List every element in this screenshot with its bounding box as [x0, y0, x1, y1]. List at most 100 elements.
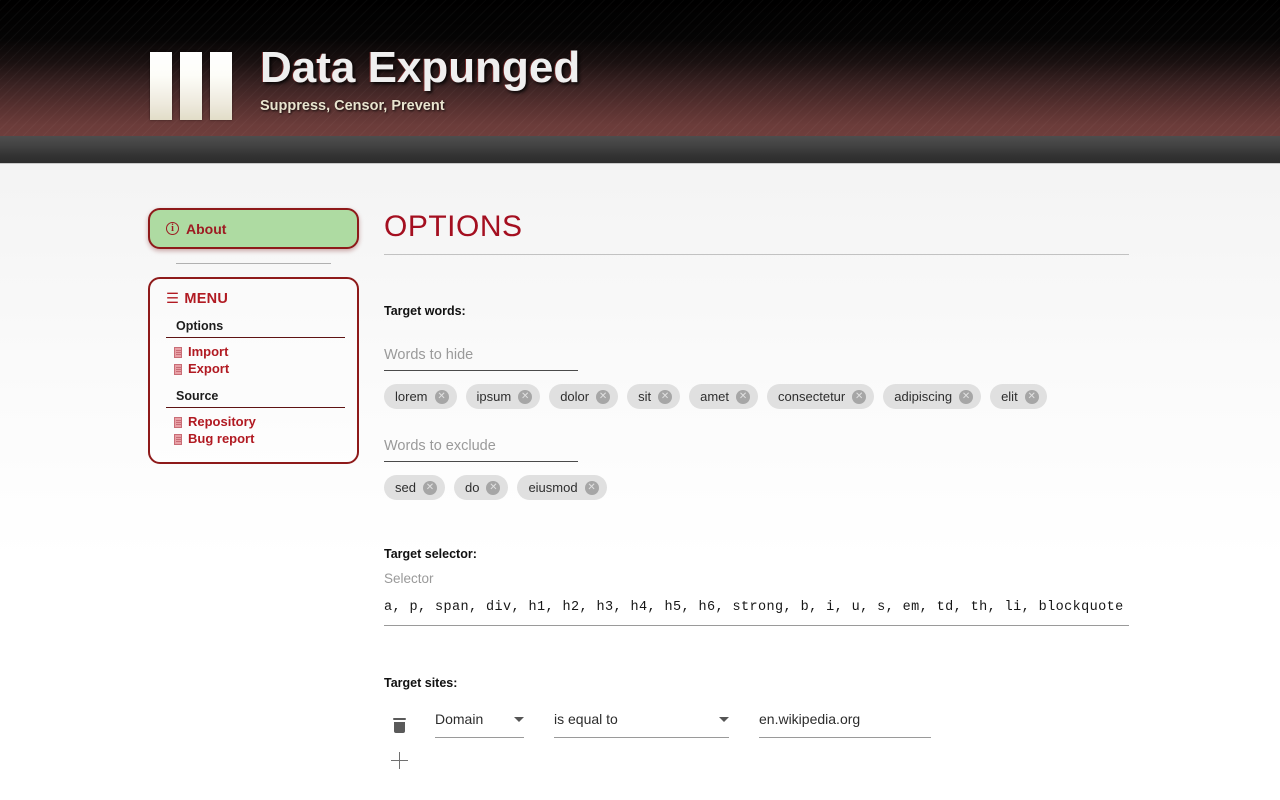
- menu-heading: ☰ MENU: [150, 291, 357, 307]
- site-header: Data Expunged Suppress, Censor, Prevent: [0, 0, 1280, 136]
- input-underline: [384, 625, 1129, 626]
- close-circle-icon[interactable]: ✕: [434, 389, 449, 404]
- close-circle-icon[interactable]: ✕: [736, 389, 751, 404]
- words-to-hide-placeholder: Words to hide: [384, 347, 474, 363]
- chip[interactable]: dolor ✕: [549, 384, 619, 409]
- target-sites-label: Target sites:: [384, 676, 458, 690]
- close-circle-icon[interactable]: ✕: [1024, 389, 1039, 404]
- menu-item-label: Bug report: [188, 431, 255, 446]
- words-to-exclude-chip-list: sed ✕ do ✕ eiusmod ✕: [384, 475, 1129, 500]
- close-circle-icon[interactable]: ✕: [486, 480, 501, 495]
- menu-item-bug-report[interactable]: Bug report: [174, 431, 343, 447]
- chip-label: consectetur: [778, 389, 846, 404]
- menu-item-label: Export: [188, 361, 230, 376]
- target-site-row: Domain is equal to en.wikipedia.org: [384, 710, 1129, 738]
- site-title: Data Expunged: [260, 43, 581, 92]
- chip[interactable]: eiusmod ✕: [517, 475, 607, 500]
- chip-label: ipsum: [476, 389, 512, 404]
- chevron-down-icon: [514, 717, 524, 722]
- menu-links-source: Repository Bug report: [150, 408, 357, 447]
- target-words-label: Target words:: [384, 304, 466, 318]
- menu-spacer: [150, 378, 357, 389]
- chip-label: do: [464, 480, 480, 495]
- menu-item-import[interactable]: Import: [174, 344, 343, 360]
- chip[interactable]: amet ✕: [689, 384, 759, 409]
- close-circle-icon[interactable]: ✕: [658, 389, 673, 404]
- chip[interactable]: elit ✕: [990, 384, 1047, 409]
- chip-label: dolor: [560, 389, 590, 404]
- target-selector-input[interactable]: a, p, span, div, h1, h2, h3, h4, h5, h6,…: [384, 599, 1129, 617]
- chip-label: adipiscing: [894, 389, 953, 404]
- chip[interactable]: ipsum ✕: [465, 384, 541, 409]
- target-selector-placeholder: Selector: [384, 571, 434, 586]
- chip-label: amet: [700, 389, 730, 404]
- three-bars-logo-icon: [150, 52, 232, 120]
- close-circle-icon[interactable]: ✕: [422, 480, 437, 495]
- input-underline: [759, 737, 931, 738]
- menu-heading-label: MENU: [184, 291, 229, 307]
- menu-links-options: Import Export: [150, 338, 357, 377]
- site-field-select-value: Domain: [435, 711, 484, 727]
- document-icon: [174, 346, 182, 358]
- logo-bar-2: [180, 52, 202, 120]
- document-icon: [174, 416, 182, 428]
- menu-item-repository[interactable]: Repository: [174, 414, 343, 430]
- top-navbar: [0, 136, 1280, 164]
- about-button-label: About: [186, 220, 227, 237]
- close-circle-icon[interactable]: ✕: [852, 389, 867, 404]
- chip-label: lorem: [395, 389, 428, 404]
- chip[interactable]: do ✕: [453, 475, 509, 500]
- chip[interactable]: sit ✕: [627, 384, 681, 409]
- menu-item-label: Repository: [188, 414, 256, 429]
- logo-bar-3: [210, 52, 232, 120]
- site-operator-select-row: is equal to: [554, 710, 729, 729]
- words-to-exclude-input[interactable]: Words to exclude: [384, 437, 578, 462]
- site-field-select[interactable]: Domain: [435, 710, 524, 738]
- document-icon: [174, 433, 182, 445]
- input-underline: [384, 461, 578, 462]
- target-sites-group: Target sites: Domain is equal to en.wiki…: [384, 676, 1129, 769]
- site-value-input[interactable]: en.wikipedia.org: [759, 710, 931, 738]
- menu-section-title-source: Source: [176, 389, 219, 403]
- trash-icon[interactable]: [393, 718, 406, 733]
- chip[interactable]: lorem ✕: [384, 384, 457, 409]
- chip[interactable]: adipiscing ✕: [883, 384, 982, 409]
- main-content: OPTIONS Target words: Words to hide lore…: [384, 208, 1129, 769]
- target-selector-label: Target selector:: [384, 547, 477, 561]
- logo-bar-1: [150, 52, 172, 120]
- words-to-hide-input[interactable]: Words to hide: [384, 346, 578, 371]
- header-brand-block: Data Expunged Suppress, Censor, Prevent: [150, 46, 580, 120]
- select-underline: [554, 737, 729, 738]
- page-title-rule: [384, 254, 1129, 255]
- document-icon: [174, 363, 182, 375]
- words-to-hide-chip-list: lorem ✕ ipsum ✕ dolor ✕ sit ✕ amet ✕ consecte…: [384, 384, 1129, 409]
- select-underline: [435, 737, 524, 738]
- plus-icon[interactable]: [391, 752, 408, 769]
- page-title: OPTIONS: [384, 210, 523, 243]
- close-circle-icon[interactable]: ✕: [518, 389, 533, 404]
- site-operator-select[interactable]: is equal to: [554, 710, 729, 738]
- site-operator-select-value: is equal to: [554, 711, 618, 727]
- menu-section-title-options: Options: [176, 319, 224, 333]
- close-circle-icon[interactable]: ✕: [596, 389, 611, 404]
- chip[interactable]: sed ✕: [384, 475, 445, 500]
- site-field-select-row: Domain: [435, 710, 524, 729]
- brand: Data Expunged Suppress, Censor, Prevent: [260, 46, 580, 114]
- input-underline: [384, 370, 578, 371]
- trash-body: [394, 721, 405, 733]
- chip-label: eiusmod: [528, 480, 578, 495]
- chip[interactable]: consectetur ✕: [767, 384, 875, 409]
- sidebar-divider: [176, 263, 331, 264]
- about-button[interactable]: i About: [148, 208, 359, 249]
- menu-item-label: Import: [188, 344, 229, 359]
- close-circle-icon[interactable]: ✕: [584, 480, 599, 495]
- target-words-group: Target words: Words to hide lorem ✕ ipsum…: [384, 304, 1129, 500]
- target-selector-group: Target selector: Selector a, p, span, di…: [384, 547, 1129, 626]
- menu-item-export[interactable]: Export: [174, 361, 343, 377]
- trash-lid: [393, 718, 406, 721]
- words-to-exclude-placeholder: Words to exclude: [384, 438, 496, 454]
- site-tagline: Suppress, Censor, Prevent: [260, 98, 445, 114]
- close-circle-icon[interactable]: ✕: [959, 389, 974, 404]
- site-value-text: en.wikipedia.org: [759, 711, 861, 727]
- chip-label: sit: [638, 389, 652, 404]
